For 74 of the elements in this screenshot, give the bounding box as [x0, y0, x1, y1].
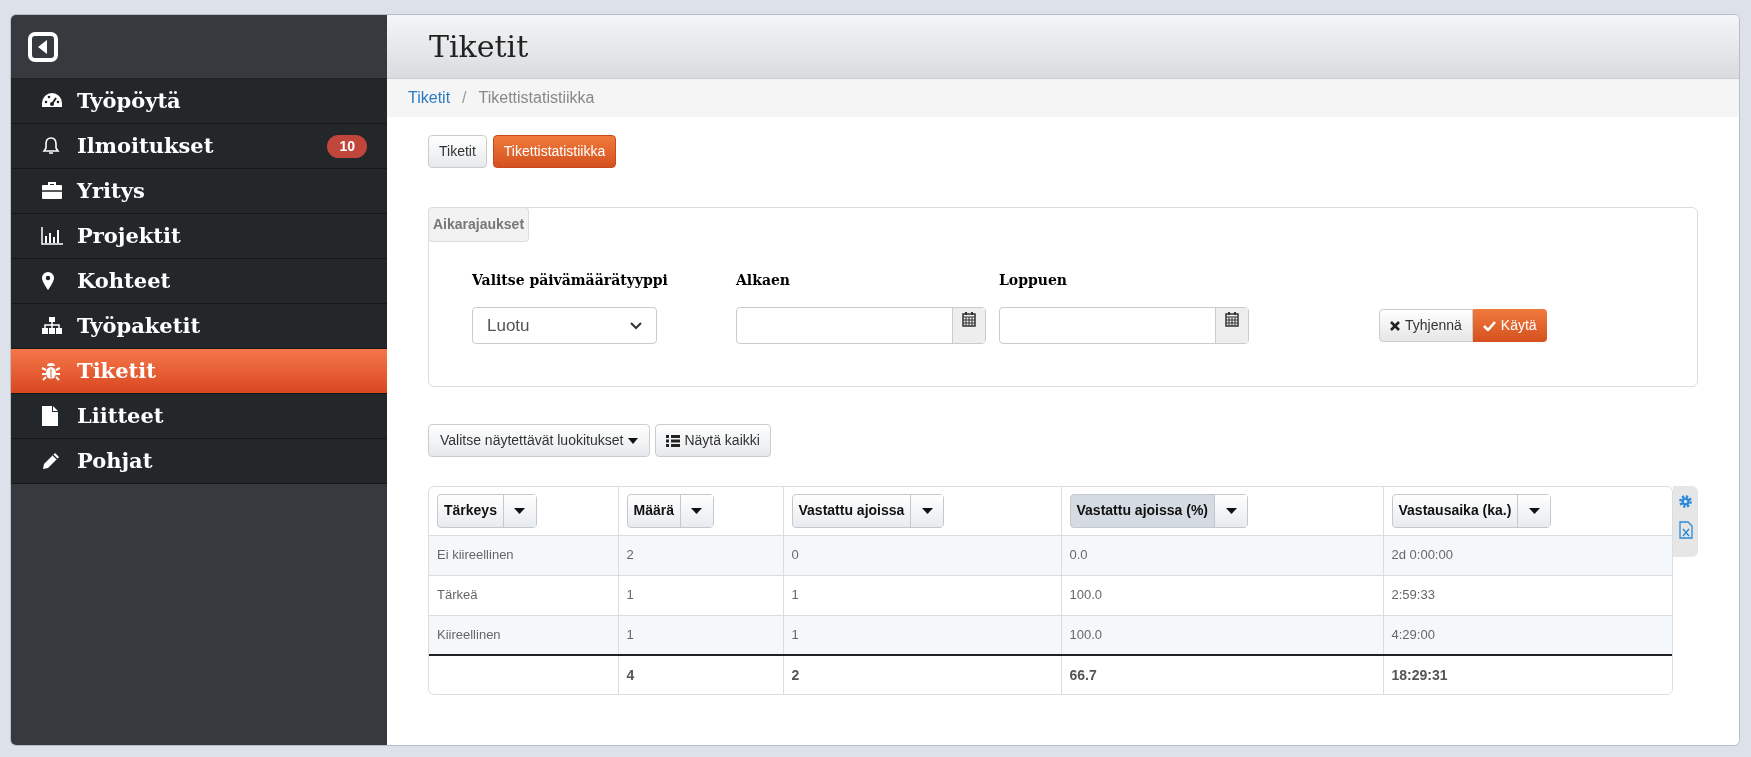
column-sort-button[interactable]: Tärkeys [437, 493, 537, 528]
table-cell: 2d 0:00:00 [1383, 535, 1672, 575]
caret-icon [1528, 507, 1540, 514]
calendar-icon [1225, 312, 1239, 327]
table-cell: Tärkeä [429, 575, 618, 615]
dashboard-icon [41, 92, 63, 110]
field-label: Alkaen [736, 271, 792, 290]
panel-legend: Aikarajaukset [428, 207, 530, 242]
notification-count: 10 [327, 134, 367, 158]
field-label: Valitse päivämäärätyyppi [472, 271, 669, 290]
table-cell: 100.0 [1061, 615, 1383, 655]
page-title: Tiketit [429, 28, 529, 66]
total-cell: 2 [783, 655, 1061, 694]
map-pin-icon [41, 271, 55, 291]
total-cell: 18:29:31 [1383, 655, 1672, 694]
bell-icon [41, 136, 61, 156]
start-date-field[interactable] [736, 307, 986, 344]
date-type-select[interactable]: Luotu [472, 307, 657, 344]
caret-icon [691, 507, 703, 514]
breadcrumb-current: Tikettistatistiikka [478, 88, 595, 108]
table-cell: 4:29:00 [1383, 615, 1672, 655]
file-icon [41, 405, 59, 427]
table-cell: 1 [783, 615, 1061, 655]
sidebar-item[interactable]: Työpöytä [11, 79, 387, 124]
settings-icon[interactable] [1678, 494, 1693, 509]
briefcase-icon [41, 182, 63, 200]
column-sort-button[interactable]: Vastattu ajoissa [791, 493, 945, 528]
table-cell: Ei kiireellinen [429, 535, 618, 575]
breadcrumb-separator: / [462, 88, 467, 108]
sidebar-item[interactable]: Pohjat [11, 439, 387, 484]
clear-button[interactable]: Tyhjennä [1379, 309, 1473, 342]
close-icon [1390, 320, 1400, 331]
calendar-button[interactable] [952, 308, 985, 343]
calendar-icon [962, 312, 976, 327]
total-cell: 4 [618, 655, 783, 694]
table-cell: 1 [783, 575, 1061, 615]
show-all-button[interactable]: Näytä kaikki [655, 424, 771, 457]
caret-icon [921, 507, 933, 514]
sidebar-item[interactable]: Yritys [11, 169, 387, 214]
column-sort-button[interactable]: Määrä [626, 493, 714, 528]
column-sort-button[interactable]: Vastattu ajoissa (%) [1069, 493, 1248, 528]
table-cell: 2 [618, 535, 783, 575]
sidebar-item[interactable]: Työpaketit [11, 304, 387, 349]
sitemap-icon [41, 317, 63, 335]
sidebar-item[interactable]: Liitteet [11, 394, 387, 439]
table-cell: 0.0 [1061, 535, 1383, 575]
table-cell: Kiireellinen [429, 615, 618, 655]
sidebar-item[interactable]: Kohteet [11, 259, 387, 304]
end-date-field[interactable] [999, 307, 1249, 344]
spreadsheet-file-icon[interactable] [1678, 521, 1693, 539]
calendar-button[interactable] [1215, 308, 1248, 343]
table-cell: 2:59:33 [1383, 575, 1672, 615]
column-sort-button[interactable]: Vastausaika (ka.) [1391, 493, 1552, 528]
tab[interactable]: Tiketit [428, 135, 487, 168]
table-cell: 1 [618, 575, 783, 615]
field-label: Loppuen [999, 271, 1069, 290]
caret-icon [1225, 507, 1237, 514]
total-cell: 66.7 [1061, 655, 1383, 694]
caret-icon [514, 507, 526, 514]
pencil-icon [41, 451, 61, 471]
sidebar-item[interactable]: Ilmoitukset 10 [11, 124, 387, 169]
list-icon [666, 434, 681, 447]
bug-icon [41, 361, 61, 381]
categories-dropdown[interactable]: Valitse näytettävät luokitukset [428, 424, 651, 457]
table-cell: 1 [618, 615, 783, 655]
bar-chart-icon [41, 227, 63, 245]
collapse-icon[interactable] [28, 31, 58, 62]
checkmark-icon [1482, 320, 1496, 331]
caret-icon [628, 437, 639, 444]
table-cell: 100.0 [1061, 575, 1383, 615]
chevron-icon [630, 321, 642, 330]
sidebar-item[interactable]: Projektit [11, 214, 387, 259]
table-cell: 0 [783, 535, 1061, 575]
breadcrumb-link[interactable]: Tiketit [408, 86, 451, 110]
